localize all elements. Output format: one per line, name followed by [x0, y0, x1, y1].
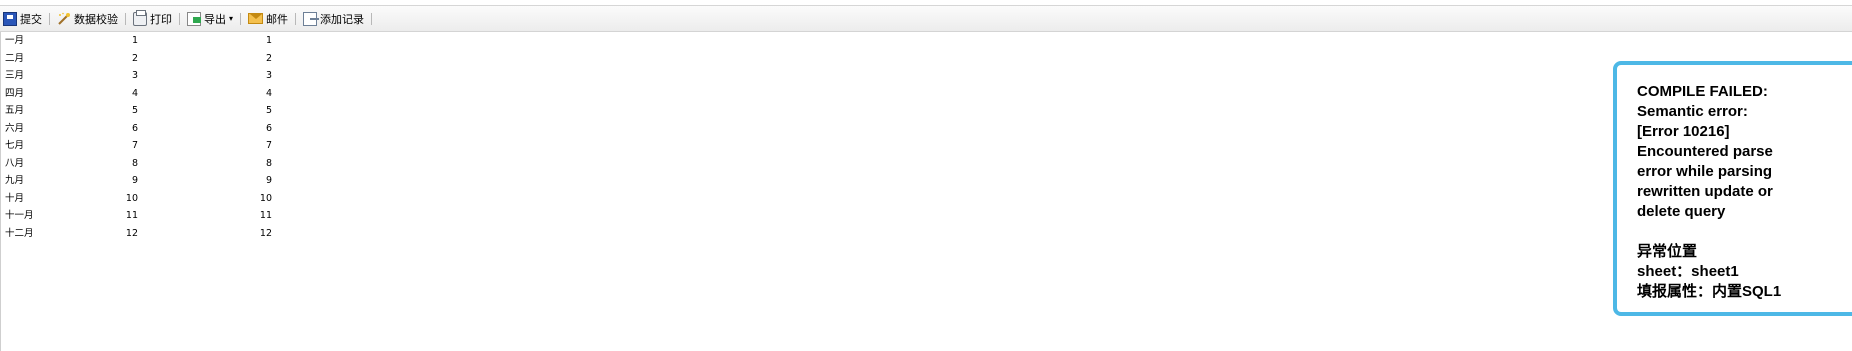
- error-text-line: error while parsing: [1637, 163, 1773, 180]
- value-cell[interactable]: 4: [100, 85, 138, 103]
- value-cell[interactable]: 9: [100, 172, 138, 190]
- validate-label: 数据校验: [74, 12, 118, 26]
- toolbar-separator: [179, 12, 180, 25]
- toolbar-separator: [240, 12, 242, 25]
- error-location-title: 异常位置: [1637, 243, 1698, 260]
- validate-button[interactable]: 数据校验: [54, 9, 121, 29]
- value-cell[interactable]: 5: [100, 102, 138, 120]
- add-record-label: 添加记录: [320, 12, 365, 26]
- month-cell[interactable]: 五月: [5, 102, 24, 120]
- value-cell[interactable]: 1: [230, 32, 272, 50]
- month-cell[interactable]: 八月: [5, 155, 24, 173]
- error-attribute-line: 填报属性：内置SQL1: [1637, 283, 1782, 300]
- value-cell[interactable]: 12: [230, 225, 272, 243]
- value-cell[interactable]: 3: [100, 67, 138, 85]
- value-cell[interactable]: 6: [100, 120, 138, 138]
- table-row: 七月 7 7: [0, 137, 300, 155]
- value-cell[interactable]: 10: [100, 190, 138, 208]
- month-cell[interactable]: 四月: [5, 85, 24, 103]
- value-cell[interactable]: 5: [230, 102, 272, 120]
- toolbar-separator: [371, 12, 373, 25]
- print-label: 打印: [150, 12, 172, 26]
- mail-icon: [248, 13, 264, 24]
- month-cell[interactable]: 一月: [5, 32, 24, 50]
- export-button[interactable]: 导出 ▾: [184, 9, 236, 29]
- mail-button[interactable]: 邮件: [245, 9, 291, 29]
- toolbar-separator: [125, 12, 126, 25]
- table-row: 九月 9 9: [0, 172, 300, 190]
- value-cell[interactable]: 11: [230, 207, 272, 225]
- value-cell[interactable]: 7: [100, 137, 138, 155]
- month-cell[interactable]: 十二月: [5, 225, 34, 243]
- validate-icon: [57, 12, 71, 26]
- add-record-button[interactable]: 添加记录: [300, 9, 367, 29]
- value-cell[interactable]: 9: [230, 172, 272, 190]
- value-cell[interactable]: 2: [230, 50, 272, 68]
- toolbar-separator: [295, 12, 297, 25]
- submit-icon: [3, 11, 17, 26]
- submit-button[interactable]: 提交: [0, 9, 45, 29]
- table-row: 六月 6 6: [0, 120, 300, 138]
- table-row: 十二月 12 12: [0, 225, 300, 243]
- month-cell[interactable]: 六月: [5, 120, 24, 138]
- table-row: 五月 5 5: [0, 102, 300, 120]
- value-cell[interactable]: 6: [230, 120, 272, 138]
- submit-label: 提交: [20, 12, 42, 26]
- value-cell[interactable]: 8: [230, 155, 272, 173]
- value-cell[interactable]: 1: [100, 32, 138, 50]
- value-cell[interactable]: 8: [100, 155, 138, 173]
- report-toolbar: 提交 数据校验 打印 导出 ▾ 邮件 添加记录: [0, 6, 1852, 32]
- export-label: 导出: [204, 12, 226, 26]
- report-sheet: 一月 1 1 二月 2 2 三月 3 3 四月 4 4 五月 5 5 六月 6 …: [0, 32, 300, 242]
- error-spacer: [1637, 222, 1852, 242]
- error-text-line: COMPILE FAILED:: [1637, 83, 1768, 100]
- month-cell[interactable]: 十月: [5, 190, 24, 208]
- error-message-box: COMPILE FAILED: Semantic error: [Error 1…: [1613, 61, 1852, 316]
- mail-label: 邮件: [266, 12, 289, 26]
- value-cell[interactable]: 4: [230, 85, 272, 103]
- month-cell[interactable]: 二月: [5, 50, 24, 68]
- error-text-line: Encountered parse: [1637, 143, 1773, 160]
- value-cell[interactable]: 3: [230, 67, 272, 85]
- error-text-line: [Error 10216]: [1637, 123, 1730, 140]
- add-record-icon: [303, 11, 320, 26]
- table-row: 三月 3 3: [0, 67, 300, 85]
- value-cell[interactable]: 2: [100, 50, 138, 68]
- table-row: 四月 4 4: [0, 85, 300, 103]
- table-row: 二月 2 2: [0, 50, 300, 68]
- table-row: 十月 10 10: [0, 190, 300, 208]
- export-icon: [187, 11, 201, 26]
- table-row: 一月 1 1: [0, 32, 300, 50]
- toolbar-separator: [49, 12, 50, 25]
- month-cell[interactable]: 七月: [5, 137, 24, 155]
- error-text-line: Semantic error:: [1637, 103, 1748, 120]
- month-cell[interactable]: 九月: [5, 172, 24, 190]
- error-sheet-line: sheet：sheet1: [1637, 263, 1739, 280]
- chevron-down-icon: ▾: [229, 14, 234, 23]
- month-cell[interactable]: 三月: [5, 67, 24, 85]
- value-cell[interactable]: 12: [100, 225, 138, 243]
- value-cell[interactable]: 7: [230, 137, 272, 155]
- value-cell[interactable]: 11: [100, 207, 138, 225]
- error-text-line: delete query: [1637, 203, 1726, 220]
- print-button[interactable]: 打印: [130, 9, 175, 29]
- table-row: 十一月 11 11: [0, 207, 300, 225]
- table-row: 八月 8 8: [0, 155, 300, 173]
- value-cell[interactable]: 10: [230, 190, 272, 208]
- error-text-line: rewritten update or: [1637, 183, 1773, 200]
- month-cell[interactable]: 十一月: [5, 207, 34, 225]
- print-icon: [133, 9, 147, 26]
